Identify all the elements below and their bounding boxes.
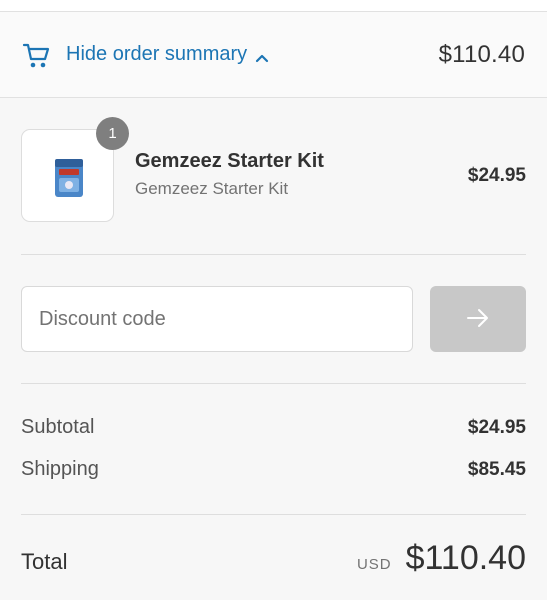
divider [21, 383, 526, 384]
shipping-row: Shipping $85.45 [21, 458, 526, 481]
divider [21, 514, 526, 515]
order-summary-panel: 1 Gemzeez Starter Kit Gemzeez Starter Ki… [0, 98, 547, 600]
product-name: Gemzeez Starter Kit [135, 150, 324, 172]
subtotal-value: $24.95 [467, 417, 526, 438]
summary-total: $110.40 [438, 40, 525, 68]
total-label: Total [21, 549, 68, 574]
total-amount: USD $110.40 [357, 539, 526, 578]
chevron-up-icon [255, 48, 269, 62]
toggle-summary-label: Hide order summary [66, 43, 248, 65]
product-variant: Gemzeez Starter Kit [135, 179, 289, 198]
order-summary-toggle[interactable]: Hide order summary $110.40 [0, 12, 547, 98]
subtotal-label: Subtotal [21, 416, 95, 438]
product-image [55, 159, 83, 197]
subtotal-row: Subtotal $24.95 [21, 416, 526, 439]
cart-line-item: 1 Gemzeez Starter Kit Gemzeez Starter Ki… [21, 117, 526, 222]
apply-discount-button[interactable] [430, 286, 526, 352]
total-value: $110.40 [405, 539, 526, 577]
top-strip [0, 0, 547, 12]
discount-code-input[interactable] [21, 286, 413, 352]
quantity-badge: 1 [96, 117, 129, 150]
shipping-label: Shipping [21, 458, 99, 480]
currency-code: USD [356, 556, 392, 573]
divider [21, 254, 526, 255]
toggle-summary-link[interactable]: Hide order summary [66, 43, 269, 66]
shipping-value: $85.45 [467, 459, 526, 480]
cart-icon [22, 40, 52, 70]
product-price: $24.95 [467, 165, 526, 186]
total-row: Total USD $110.40 [21, 539, 526, 578]
arrow-right-icon [465, 305, 491, 334]
